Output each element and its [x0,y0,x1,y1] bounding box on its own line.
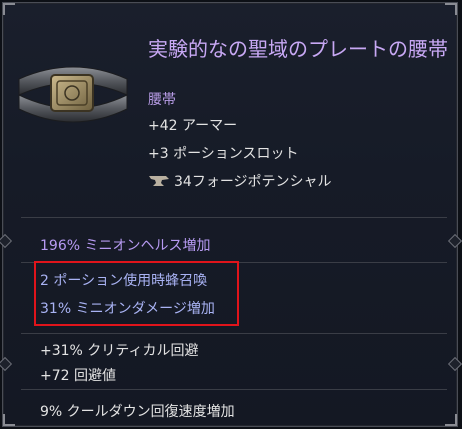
corner-ornament [445,3,457,15]
corner-ornament [445,414,457,426]
affix-dodge-rating: +72 回避値 [40,368,116,384]
forge-potential-text: 34フォージポテンシャル [174,174,332,190]
side-gem [447,356,462,372]
item-tooltip: 実験的なの聖域のプレートの腰帯 腰帯 +42 アーマー +3 ポーションスロット… [0,2,462,427]
armor-stat: +42 アーマー [148,118,238,134]
corner-ornament [3,3,15,15]
affix-crit-avoidance: +31% クリティカル回避 [40,343,199,359]
corner-ornament [3,414,15,426]
side-gem [0,233,13,249]
affix-minion-health: 196% ミニオンヘルス増加 [40,238,211,254]
divider [21,217,447,218]
side-gem [0,356,13,372]
anvil-icon [149,176,169,186]
divider [21,333,447,334]
item-name: 実験的なの聖域のプレートの腰帯 [148,37,448,61]
highlight-box [34,261,239,326]
potion-slots-stat: +3 ポーションスロット [148,146,299,162]
divider [21,389,447,390]
plate-belt-icon [18,66,128,123]
item-type: 腰帯 [148,92,176,108]
forge-potential: 34フォージポテンシャル [148,171,332,191]
affix-cooldown-recovery: 9% クールダウン回復速度増加 [40,404,235,420]
side-gem [447,233,462,249]
